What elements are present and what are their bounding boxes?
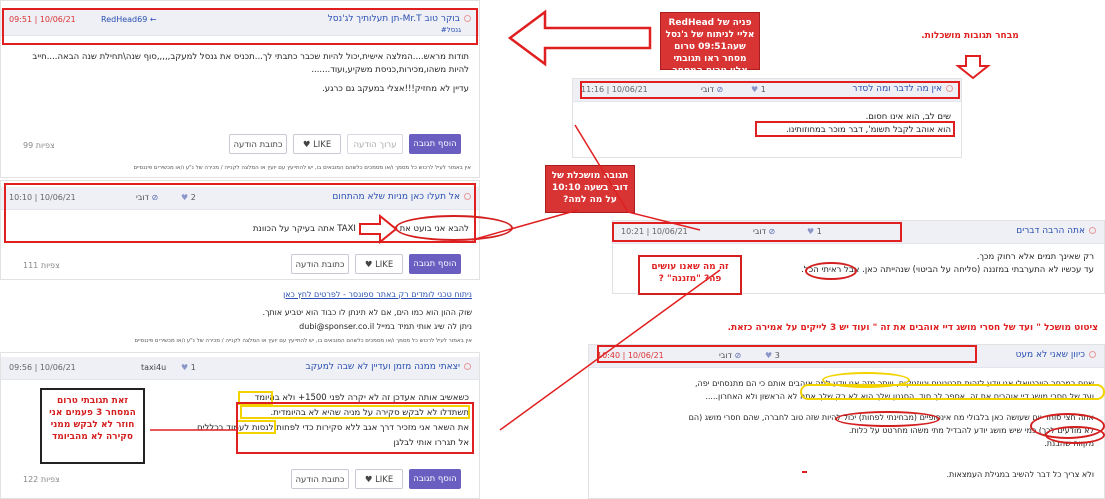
annotation-arrows [150, 9, 991, 431]
connector-line [471, 209, 579, 241]
connector-line [574, 124, 629, 213]
connector-line [627, 211, 701, 231]
arrow-left-icon [507, 9, 652, 67]
arrow-right-icon [359, 213, 398, 245]
arrow-down-icon [955, 55, 991, 80]
connector-line [499, 269, 721, 431]
